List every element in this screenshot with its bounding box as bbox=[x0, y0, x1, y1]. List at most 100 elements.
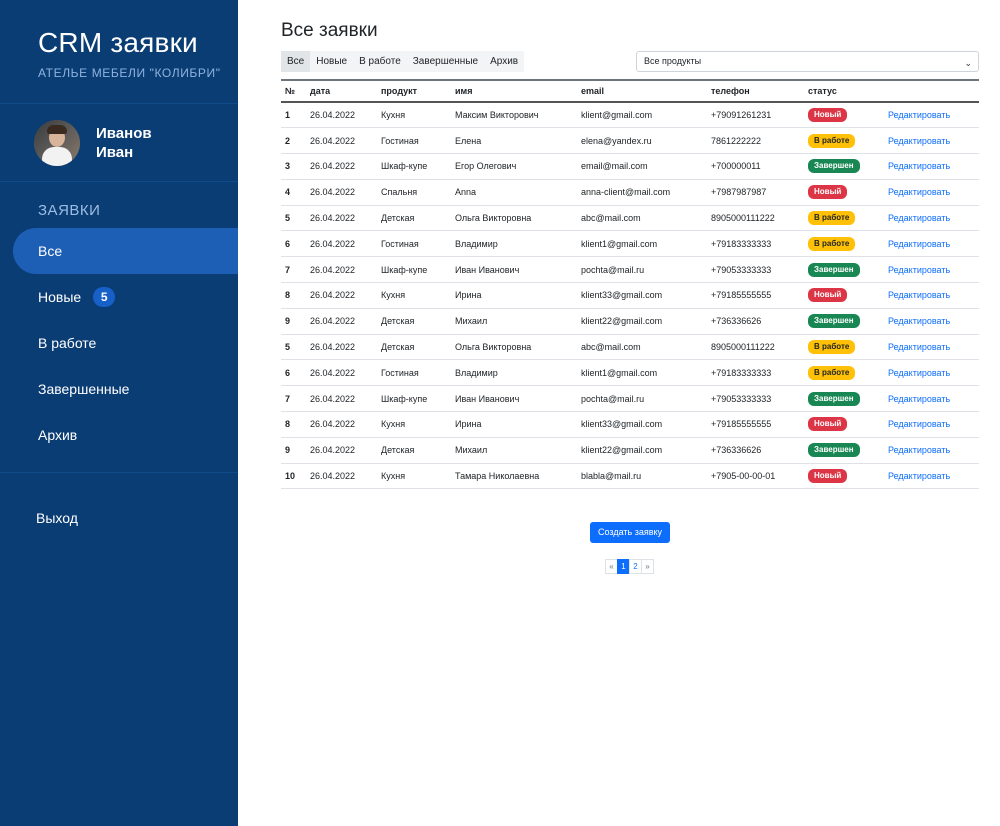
tab-all[interactable]: Все bbox=[281, 50, 311, 72]
row-email: abc@mail.com bbox=[581, 213, 641, 224]
table-row: 10 26.04.2022 Кухня Тамара Николаевна blabla… bbox=[281, 463, 979, 489]
row-number: 2 bbox=[285, 135, 291, 146]
row-number: 5 bbox=[285, 213, 291, 224]
row-email: klient33@gmail.com bbox=[581, 419, 663, 430]
row-status-cell: Завершен bbox=[804, 257, 884, 283]
row-email: klient1@gmail.com bbox=[581, 238, 658, 249]
sidebar-item-in-progress[interactable]: В работе bbox=[0, 320, 238, 366]
row-product: Детская bbox=[381, 316, 415, 327]
row-number: 8 bbox=[285, 419, 291, 430]
app-subtitle: АТЕЛЬЕ МЕБЕЛИ "КОЛИБРИ" bbox=[38, 66, 221, 80]
row-email: elena@yandex.ru bbox=[581, 135, 652, 146]
tab-completed[interactable]: Завершенные bbox=[407, 51, 484, 72]
row-date: 26.04.2022 bbox=[310, 471, 356, 482]
edit-link[interactable]: Редактировать bbox=[888, 342, 950, 352]
row-actions-cell: Редактировать bbox=[884, 463, 979, 489]
row-status-cell: Новый bbox=[804, 102, 884, 128]
row-actions-cell: Редактировать bbox=[884, 231, 979, 257]
row-number: 4 bbox=[285, 187, 291, 198]
status-badge: Новый bbox=[808, 288, 848, 303]
row-actions-cell: Редактировать bbox=[884, 386, 979, 412]
row-product: Шкаф-купе bbox=[381, 393, 428, 404]
row-product: Детская bbox=[381, 342, 415, 353]
create-wrap: Создать заявку bbox=[281, 522, 979, 544]
row-actions-cell: Редактировать bbox=[884, 412, 979, 438]
status-badge: В работе bbox=[808, 236, 856, 251]
row-date: 26.04.2022 bbox=[310, 342, 356, 353]
edit-link[interactable]: Редактировать bbox=[888, 471, 950, 481]
row-number: 7 bbox=[285, 264, 291, 275]
table-row: 6 26.04.2022 Гостиная Владимир klient1@gmail… bbox=[281, 360, 979, 386]
row-status-cell: Новый bbox=[804, 283, 884, 309]
row-status-cell: Новый bbox=[804, 463, 884, 489]
status-tabs: Все Новые В работе Завершенные Архив bbox=[281, 50, 525, 72]
row-number: 3 bbox=[285, 161, 291, 172]
product-select[interactable]: Все продукты ⌄ bbox=[636, 50, 979, 72]
row-phone: +736336626 bbox=[711, 445, 762, 456]
sidebar-item-all[interactable]: Все bbox=[13, 228, 238, 274]
edit-link[interactable]: Редактировать bbox=[888, 213, 950, 223]
edit-link[interactable]: Редактировать bbox=[888, 265, 950, 275]
row-product: Кухня bbox=[381, 110, 406, 121]
edit-link[interactable]: Редактировать bbox=[888, 136, 950, 146]
status-badge: В работе bbox=[808, 133, 856, 148]
table-row: 7 26.04.2022 Шкаф-купе Иван Иванович pochta@… bbox=[281, 386, 979, 412]
product-select-value: Все продукты bbox=[644, 55, 702, 66]
edit-link[interactable]: Редактировать bbox=[888, 161, 950, 171]
orders-table: № дата продукт имя email телефон статус … bbox=[281, 79, 979, 489]
status-badge: В работе bbox=[808, 365, 856, 380]
row-date: 26.04.2022 bbox=[310, 135, 356, 146]
status-badge: Завершен bbox=[808, 159, 860, 174]
user-first-name: Иван bbox=[96, 143, 134, 161]
row-email: klient33@gmail.com bbox=[581, 290, 663, 301]
row-phone: 7861222222 bbox=[711, 135, 762, 146]
edit-link[interactable]: Редактировать bbox=[888, 316, 950, 326]
edit-link[interactable]: Редактировать bbox=[888, 290, 950, 300]
edit-link[interactable]: Редактировать bbox=[888, 445, 950, 455]
row-number: 7 bbox=[285, 393, 291, 404]
sidebar-item-label: Архив bbox=[38, 427, 78, 443]
avatar bbox=[34, 119, 80, 166]
edit-link[interactable]: Редактировать bbox=[888, 368, 950, 378]
edit-link[interactable]: Редактировать bbox=[888, 239, 950, 249]
row-email: pochta@mail.ru bbox=[581, 264, 645, 275]
row-number: 9 bbox=[285, 316, 291, 327]
row-number: 5 bbox=[285, 342, 291, 353]
main-content: Все заявки Все Новые В работе Завершенны… bbox=[281, 0, 979, 575]
page-next[interactable]: » bbox=[641, 559, 654, 575]
row-phone: 8905000111222 bbox=[711, 213, 775, 224]
tab-in-progress[interactable]: В работе bbox=[353, 51, 407, 72]
new-count-badge: 5 bbox=[93, 287, 116, 307]
col-phone: телефон bbox=[711, 86, 750, 96]
sidebar-item-completed[interactable]: Завершенные bbox=[0, 366, 238, 412]
row-actions-cell: Редактировать bbox=[884, 128, 979, 154]
edit-link[interactable]: Редактировать bbox=[888, 419, 950, 429]
create-order-button[interactable]: Создать заявку bbox=[589, 522, 671, 544]
row-phone: +79053333333 bbox=[711, 393, 772, 404]
sidebar-nav: Все Новые 5 В работе Завершенные Архив bbox=[0, 228, 238, 458]
row-name: Иван Иванович bbox=[455, 393, 520, 404]
row-phone: +79185555555 bbox=[711, 419, 772, 430]
row-actions-cell: Редактировать bbox=[884, 154, 979, 180]
sidebar-item-archive[interactable]: Архив bbox=[0, 412, 238, 458]
section-label: ЗАЯВКИ bbox=[38, 202, 101, 219]
table-row: 2 26.04.2022 Гостиная Елена elena@yandex.ru 7… bbox=[281, 128, 979, 154]
sidebar-item-label: В работе bbox=[38, 335, 97, 351]
sidebar-item-new[interactable]: Новые 5 bbox=[0, 274, 238, 320]
tab-archive[interactable]: Архив bbox=[484, 51, 524, 72]
tab-new[interactable]: Новые bbox=[310, 51, 353, 72]
edit-link[interactable]: Редактировать bbox=[888, 187, 950, 197]
edit-link[interactable]: Редактировать bbox=[888, 110, 950, 120]
status-badge: Новый bbox=[808, 185, 848, 200]
row-phone: 8905000111222 bbox=[711, 342, 775, 353]
row-name: Владимир bbox=[455, 238, 498, 249]
table-row: 9 26.04.2022 Детская Михаил klient22@gmail.c… bbox=[281, 437, 979, 464]
edit-link[interactable]: Редактировать bbox=[888, 394, 950, 404]
row-phone: +79185555555 bbox=[711, 290, 772, 301]
row-date: 26.04.2022 bbox=[310, 290, 356, 301]
row-name: Егор Олегович bbox=[455, 161, 517, 172]
row-actions-cell: Редактировать bbox=[884, 437, 979, 463]
row-date: 26.04.2022 bbox=[310, 110, 356, 121]
logout-link[interactable]: Выход bbox=[0, 473, 238, 526]
table-row: 5 26.04.2022 Детская Ольга Викторовна abc@ma… bbox=[281, 334, 979, 360]
